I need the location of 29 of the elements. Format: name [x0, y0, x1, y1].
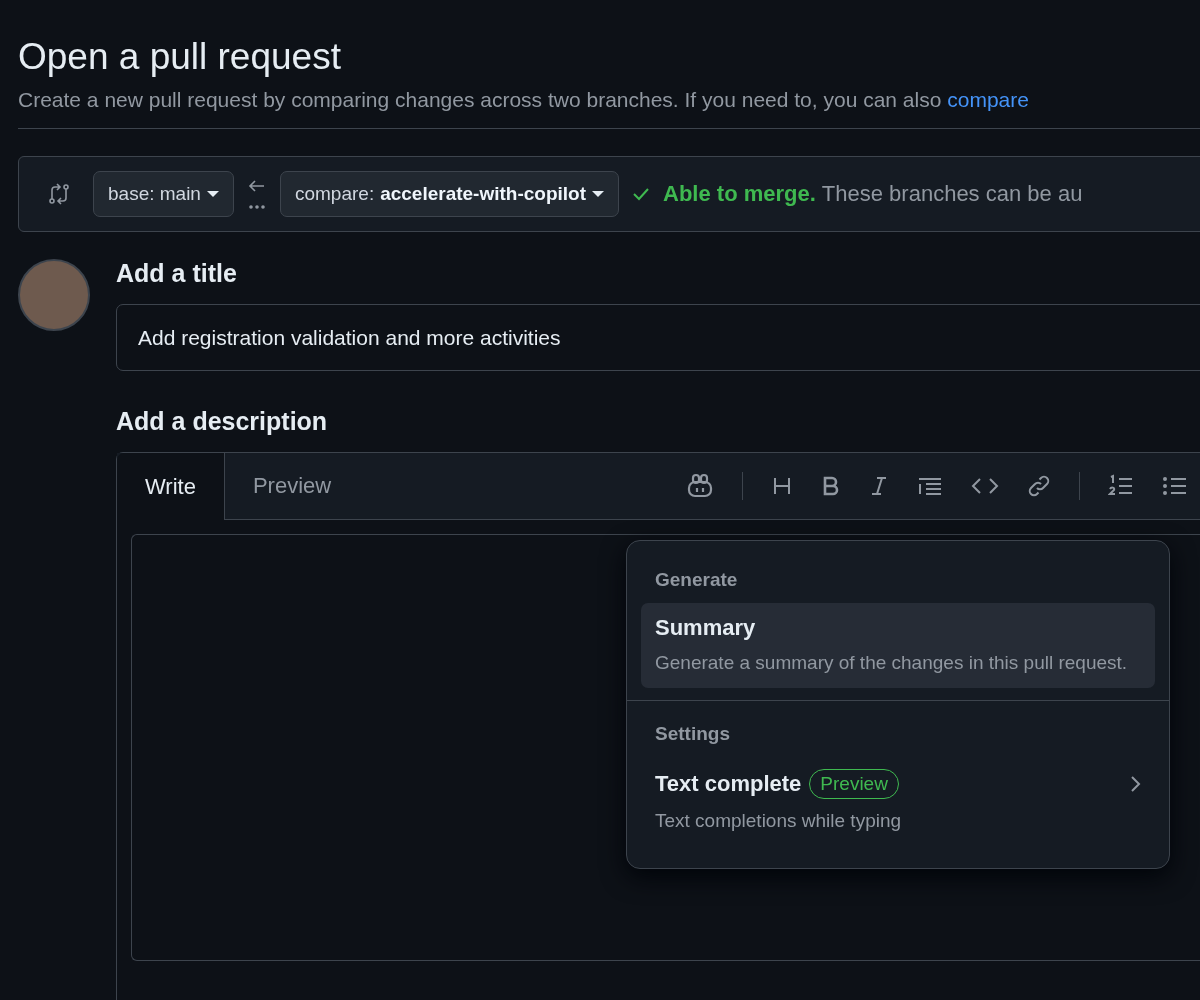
base-branch-dropdown[interactable]: base: main [93, 171, 234, 217]
menu-item[interactable]: Text complete Preview Text completions while typing [641, 757, 1155, 846]
editor-tab[interactable]: Preview [224, 453, 360, 519]
merge-status: Able to merge. [663, 181, 816, 207]
editor-tab[interactable]: Write [117, 453, 225, 520]
italic-icon[interactable] [869, 475, 889, 497]
copilot-icon[interactable] [686, 473, 714, 499]
menu-section-heading: Settings [654, 722, 731, 746]
compare-branch-dropdown[interactable]: compare: accelerate-with-copilot [279, 171, 620, 217]
menu-item-title: Text complete [655, 771, 802, 797]
heading-icon[interactable] [771, 475, 793, 497]
title-input-field[interactable]: Add registration validation and more activities [116, 304, 1200, 371]
page-title: Open a pull request [18, 35, 342, 78]
link-icon[interactable] [1027, 474, 1051, 498]
page-subtitle: Create a new pull request by comparing changes across two branches. If you need to, you can also compare [18, 88, 1030, 112]
menu-item[interactable]: Summary Generate a summary of the changes in this pull request. [641, 603, 1155, 688]
menu-item-description: Text completions while typing [655, 809, 903, 833]
quote-icon[interactable] [917, 475, 943, 497]
ordered-list-icon[interactable] [1108, 474, 1134, 498]
menu-item-title: Summary [655, 615, 756, 641]
description-label: Add a description [116, 407, 329, 436]
menu-item-description: Generate a summary of the changes in this pull request. [655, 651, 1129, 675]
title-label: Add a title [116, 259, 238, 288]
menu-section-heading: Generate [654, 568, 739, 592]
bullet-list-icon[interactable] [1162, 474, 1188, 498]
bold-icon[interactable] [821, 475, 841, 497]
compare-arrows-icon [47, 182, 71, 206]
compare-link[interactable]: compare [947, 88, 1029, 111]
merge-note: These branches can be au [821, 181, 1083, 207]
